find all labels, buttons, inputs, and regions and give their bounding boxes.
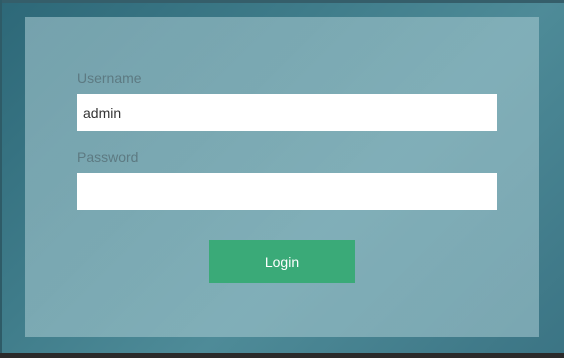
left-edge	[0, 0, 2, 358]
password-label: Password	[77, 149, 139, 165]
login-page: Username Password Login	[0, 0, 564, 358]
bottom-edge	[0, 353, 564, 358]
login-button[interactable]: Login	[209, 240, 355, 283]
top-edge	[0, 0, 564, 3]
username-label: Username	[77, 70, 142, 86]
username-field[interactable]	[77, 94, 497, 131]
login-panel: Username Password Login	[25, 17, 539, 337]
password-field[interactable]	[77, 173, 497, 210]
